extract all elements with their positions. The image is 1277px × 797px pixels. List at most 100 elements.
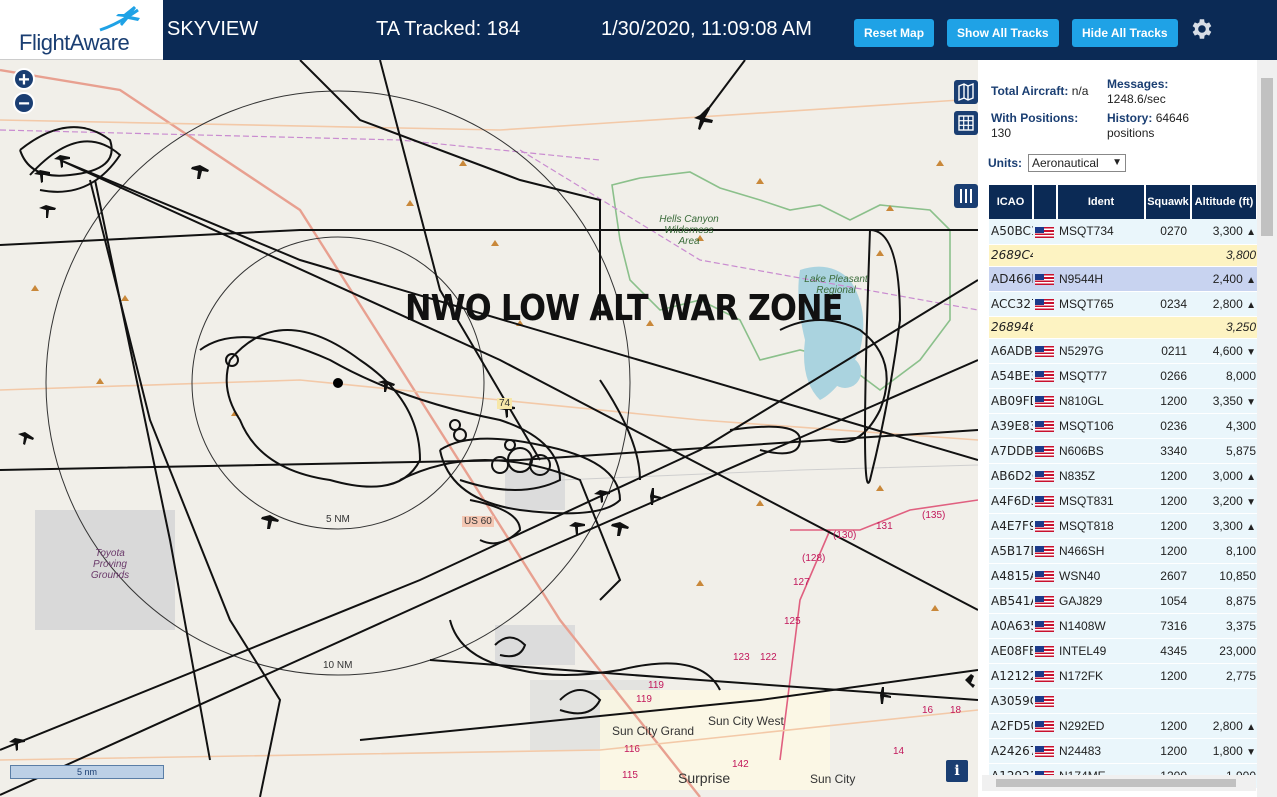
cell-squawk: 1200 <box>1145 463 1191 489</box>
units-selected-value: Aeronautical <box>1032 156 1099 170</box>
park-hells-canyon: Hells Canyon Wilderness Area <box>659 214 719 247</box>
cell-squawk: 0236 <box>1145 413 1191 439</box>
map-layers-button[interactable] <box>954 80 978 104</box>
table-row[interactable]: AD466F N9544H 2,400 ▲ <box>989 266 1257 292</box>
us-flag-icon <box>1035 670 1054 682</box>
cell-ident: N172FK <box>1057 663 1145 689</box>
zoom-out-button[interactable]: − <box>13 92 35 115</box>
scrollbar-thumb[interactable] <box>996 779 1236 787</box>
history-label: History: <box>1107 111 1153 125</box>
cell-ident: N466SH <box>1057 538 1145 564</box>
zoom-in-button[interactable]: + <box>13 68 35 91</box>
table-row[interactable]: A4F6D5MSQT83112003,200 ▼ <box>989 488 1257 514</box>
table-row[interactable]: A50BC1MSQT73402703,300 ▲ <box>989 219 1257 245</box>
map-scale-bar: 5 nm <box>10 765 164 779</box>
cell-flag <box>1033 266 1057 292</box>
table-row[interactable]: AB6D2CN835Z12003,000 ▲ <box>989 463 1257 489</box>
cell-icao: 2689C4 <box>989 244 1033 267</box>
table-row[interactable]: A2FD50N292ED12002,800 ▲ <box>989 713 1257 739</box>
cell-ident <box>1057 244 1145 267</box>
table-row[interactable]: A7DDB3 N606BS3340 5,875 <box>989 438 1257 464</box>
cell-altitude <box>1191 688 1257 714</box>
cell-squawk: 1200 <box>1145 663 1191 689</box>
cell-flag <box>1033 244 1057 267</box>
cell-ident: GAJ829 <box>1057 588 1145 614</box>
road-label: US 60 <box>462 516 494 527</box>
table-row[interactable]: AB541A GAJ8291054 8,875 <box>989 588 1257 614</box>
altitude-value: 2,800 <box>1212 718 1243 733</box>
altitude-value: 2,800 <box>1212 296 1243 311</box>
road <box>559 464 978 481</box>
table-row[interactable]: A4E7F9 MSQT818 1200 3,300 ▲ <box>989 513 1257 539</box>
cell-flag <box>1033 538 1057 564</box>
table-row[interactable]: A6ADB1N5297G02114,600 ▼ <box>989 338 1257 364</box>
cell-altitude: 3,000 ▲ <box>1191 463 1257 489</box>
table-row[interactable]: A12122 N172FK 1200 2,775 <box>989 663 1257 689</box>
cell-icao: ACC327 <box>989 291 1033 317</box>
road-label: 122 <box>760 652 777 663</box>
table-row[interactable]: A54BE3 MSQT770266 8,000 <box>989 363 1257 389</box>
altitude-value: 2,775 <box>1225 668 1256 683</box>
cell-icao: AB6D2C <box>989 463 1033 489</box>
cell-flag <box>1033 363 1057 389</box>
panel-vertical-scrollbar[interactable] <box>1257 60 1277 797</box>
col-ident[interactable]: Ident <box>1057 185 1146 219</box>
altitude-value: 3,375 <box>1225 618 1256 633</box>
table-horizontal-scrollbar[interactable] <box>982 775 1256 791</box>
us-flag-icon <box>1035 620 1054 632</box>
cell-icao: AE08FE <box>989 638 1033 664</box>
cell-icao: A12122 <box>989 663 1033 689</box>
cell-squawk: 0211 <box>1145 338 1191 364</box>
col-flag[interactable] <box>1033 185 1058 219</box>
table-row[interactable]: ACC327MSQT76502342,800 ▲ <box>989 291 1257 317</box>
road-label: 116 <box>624 744 640 755</box>
hide-all-tracks-button[interactable]: Hide All Tracks <box>1072 19 1178 47</box>
units-select[interactable]: Aeronautical ▼ <box>1028 154 1126 172</box>
col-altitude[interactable]: Altitude (ft) <box>1191 185 1258 219</box>
cell-altitude: 10,850 <box>1191 563 1257 589</box>
col-squawk[interactable]: Squawk <box>1145 185 1192 219</box>
cell-altitude: 3,200 ▼ <box>1191 488 1257 514</box>
cell-icao: A6ADB1 <box>989 338 1033 364</box>
table-row[interactable]: AE08FE INTEL49 4345 23,000 <box>989 638 1257 664</box>
table-row[interactable]: AB09FDN810GL12003,350 ▼ <box>989 388 1257 414</box>
cell-altitude: 8,875 <box>1191 588 1257 614</box>
table-row[interactable]: 268946 3,250 <box>989 316 1257 339</box>
flightaware-logo[interactable]: FlightAware <box>0 0 163 60</box>
range-grid-button[interactable] <box>954 111 978 135</box>
place-surprise: Surprise <box>678 770 731 786</box>
cell-altitude: 2,400 ▲ <box>1191 266 1257 292</box>
cell-flag <box>1033 513 1057 539</box>
current-datetime: 1/30/2020, 11:09:08 AM <box>601 18 812 40</box>
table-row[interactable]: A0A635 N1408W7316 3,375 <box>989 613 1257 639</box>
map-canvas[interactable] <box>0 60 978 797</box>
cell-icao: A39E83 <box>989 413 1033 439</box>
road-label: 115 <box>622 770 638 781</box>
table-row[interactable]: A5B17D N466SH1200 8,100 <box>989 538 1257 564</box>
road <box>0 99 961 131</box>
scrollbar-thumb[interactable] <box>1261 78 1273 236</box>
info-button[interactable]: i <box>946 760 968 782</box>
cell-altitude: 8,100 <box>1191 538 1257 564</box>
with-positions-label: With Positions: <box>991 111 1079 125</box>
cell-altitude: 3,300 ▲ <box>1191 513 1257 539</box>
toggle-panel-button[interactable] <box>954 184 978 208</box>
altitude-trend-icon: ▼ <box>1246 496 1256 508</box>
altitude-value: 3,300 <box>1212 224 1243 239</box>
altitude-trend-icon: ▲ <box>1246 227 1256 239</box>
gear-icon[interactable] <box>1188 16 1214 42</box>
cell-flag <box>1033 688 1057 714</box>
show-all-tracks-button[interactable]: Show All Tracks <box>947 19 1059 47</box>
table-row[interactable]: A3059C <box>989 688 1257 714</box>
cell-ident: N5297G <box>1057 338 1145 364</box>
table-row[interactable]: A39E83 MSQT106 0236 4,300 <box>989 413 1257 439</box>
map-view[interactable]: NWO LOW ALT WAR ZONE 5 NM 10 NM Sun City… <box>0 60 978 797</box>
cell-altitude: 3,375 <box>1191 613 1257 639</box>
table-row[interactable]: 2689C4 3,800 <box>989 244 1257 267</box>
cell-flag <box>1033 488 1057 514</box>
reset-map-button[interactable]: Reset Map <box>854 19 935 47</box>
col-icao[interactable]: ICAO <box>989 185 1034 219</box>
cell-ident: N292ED <box>1057 713 1145 739</box>
table-row[interactable]: A4815A WSN402607 10,850 <box>989 563 1257 589</box>
table-row[interactable]: A24267 N24483 1200 1,800 ▼ <box>989 738 1257 764</box>
